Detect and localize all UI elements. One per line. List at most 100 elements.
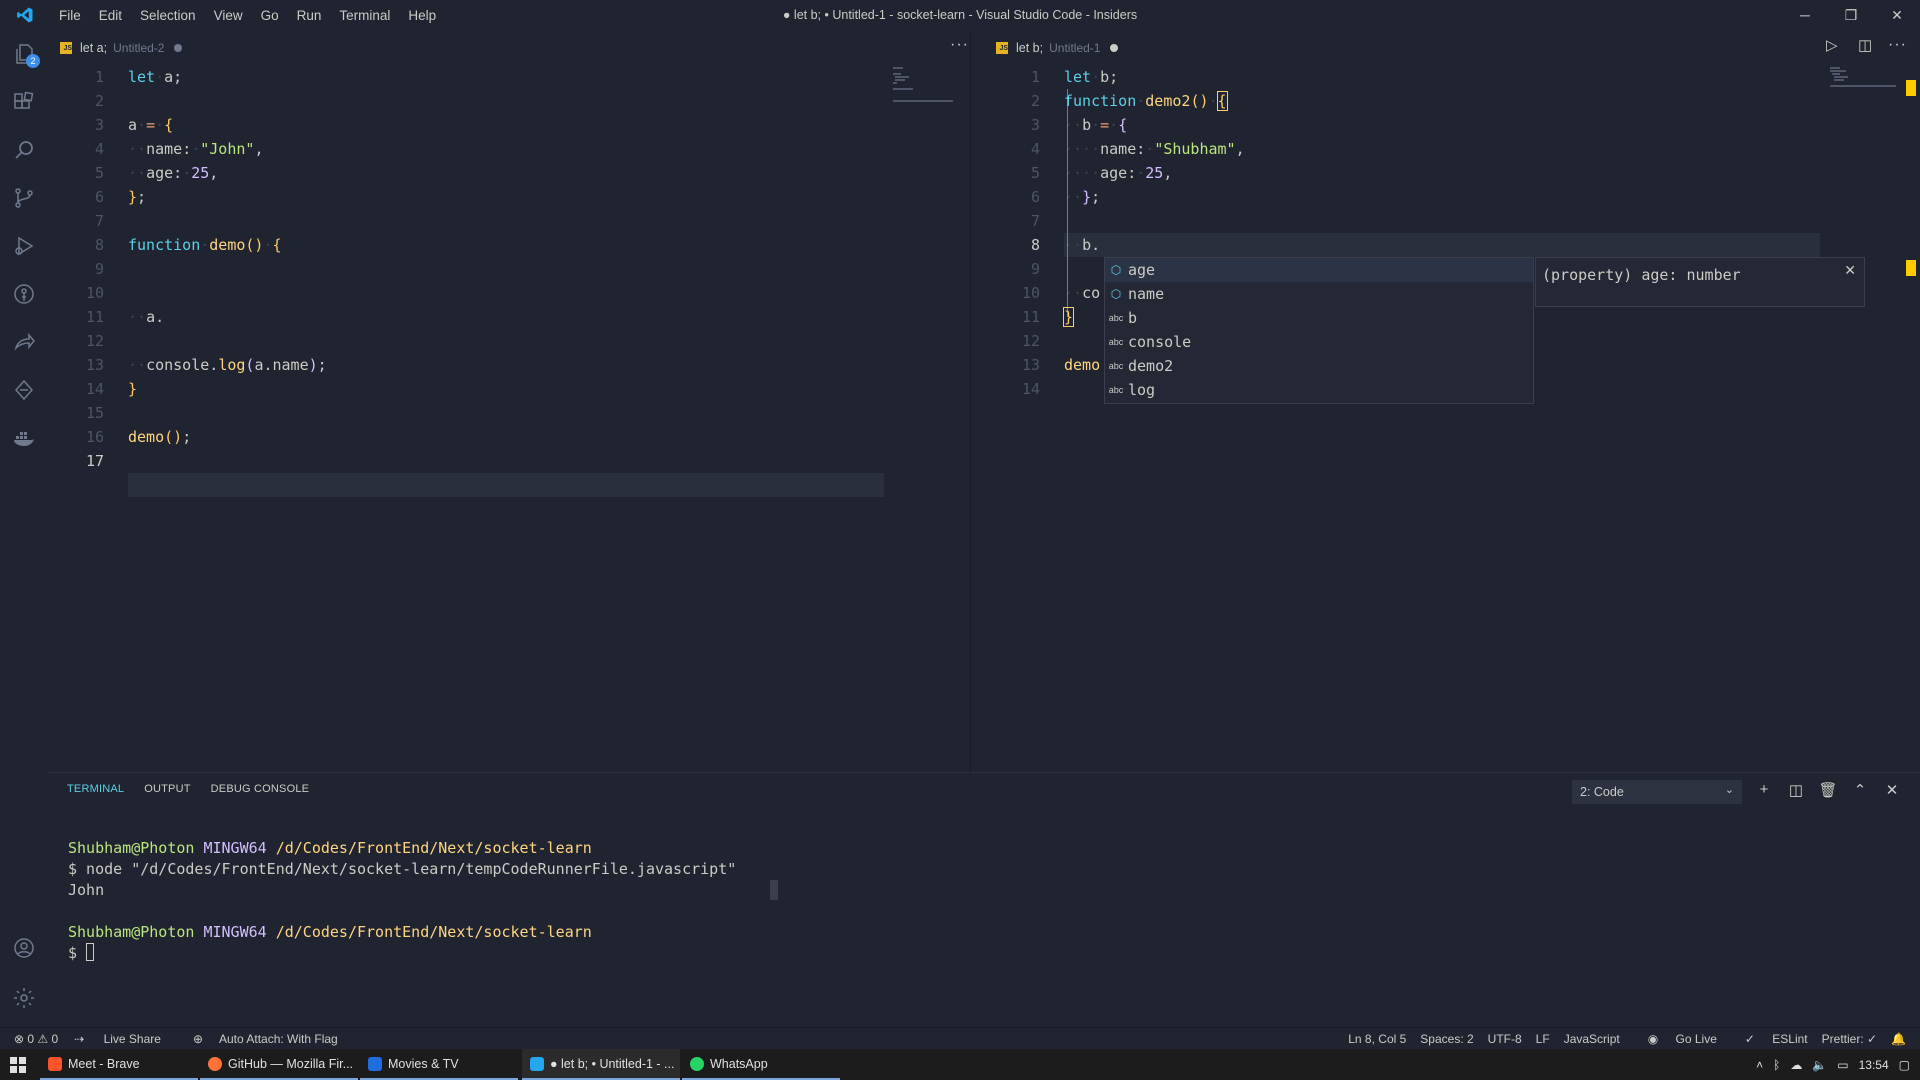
prompt-host: MINGW64 (203, 923, 267, 941)
settings-gear-icon[interactable] (0, 974, 48, 1022)
line-number: 10 (1021, 284, 1040, 302)
line-number: 4 (94, 140, 104, 158)
menu-run[interactable]: Run (288, 8, 331, 23)
suggest-item[interactable]: abc console (1105, 330, 1533, 354)
menu-go[interactable]: Go (252, 8, 288, 23)
network-icon[interactable]: ▭ (1837, 1058, 1848, 1072)
eslint-status[interactable]: ✓ ESLint (1731, 1032, 1808, 1046)
tab-untitled-2[interactable]: JS let a; Untitled-2 (48, 30, 195, 65)
maximize-panel-button[interactable]: ⌃ (1844, 781, 1876, 799)
taskbar-item-brave[interactable]: Meet - Brave (40, 1049, 198, 1080)
split-editor-button[interactable]: ◫ (1858, 36, 1873, 54)
windows-taskbar: Meet - Brave GitHub — Mozilla Fir... Mov… (0, 1049, 1920, 1080)
suggest-label: demo2 (1128, 357, 1174, 375)
close-window-button[interactable]: ✕ (1874, 0, 1920, 30)
taskbar-item-vscode[interactable]: ● let b; • Untitled-1 - ... (522, 1049, 680, 1080)
tab-debug-console[interactable]: DEBUG CONSOLE (211, 783, 310, 799)
tab-untitled-1[interactable]: JS let b; Untitled-1 (984, 30, 1131, 65)
unsaved-dot-icon[interactable] (1110, 43, 1119, 52)
source-control-icon[interactable] (0, 174, 48, 222)
suggest-item[interactable]: ⬡ age (1105, 258, 1533, 282)
suggest-label: b (1128, 309, 1138, 327)
taskbar-label: ● let b; • Untitled-1 - ... (550, 1056, 675, 1071)
line-number: 6 (1030, 188, 1040, 206)
menu-terminal[interactable]: Terminal (330, 8, 399, 23)
new-terminal-button[interactable]: + (1748, 781, 1780, 799)
bell-icon[interactable]: 🔔 (1891, 1032, 1906, 1046)
clock[interactable]: 13:54 (1859, 1058, 1889, 1072)
auto-attach-status[interactable]: Auto Attach: With Flag (219, 1032, 338, 1046)
split-terminal-button[interactable]: ◫ (1780, 781, 1812, 799)
property-icon: ⬡ (1110, 263, 1122, 277)
code-editor-left[interactable]: 1 2 3 4 5 6 7 8 9 10 11 12 13 14 15 16 17 let·a; a·=·{ ·… (48, 65, 984, 772)
minimap-right[interactable] (1830, 65, 1910, 105)
code-line: ··b. (1064, 236, 1101, 254)
live-share-icon[interactable] (0, 318, 48, 366)
code-line: let·b; (1064, 68, 1119, 86)
indentation[interactable]: Spaces: 2 (1420, 1032, 1473, 1046)
account-icon[interactable] (0, 924, 48, 972)
suggest-item[interactable]: abc demo2 (1105, 354, 1533, 378)
unsaved-dot-icon[interactable] (174, 43, 183, 52)
code-line: demo(); (128, 428, 192, 446)
end-of-line[interactable]: LF (1536, 1032, 1550, 1046)
code-editor-right[interactable]: 1 2 3 4 5 6 7 8 9 10 11 12 13 14 let·b; function·demo… (984, 65, 1920, 772)
extensions-icon[interactable] (0, 78, 48, 126)
tab-bar-right: JS let b; Untitled-1 (984, 30, 1920, 65)
taskbar-item-whatsapp[interactable]: WhatsApp (682, 1049, 840, 1080)
overview-ruler-marker (1906, 260, 1916, 276)
go-live-button[interactable]: ◉ Go Live (1634, 1032, 1717, 1046)
close-icon[interactable]: ✕ (1844, 262, 1856, 279)
terminal-select[interactable]: 2: Code ⌄ (1572, 780, 1742, 804)
run-debug-icon[interactable] (0, 222, 48, 270)
live-share-button[interactable]: ⇢ Live Share (74, 1032, 177, 1046)
chevron-up-icon[interactable]: ˄ (1756, 1058, 1763, 1072)
taskbar-item-movies[interactable]: Movies & TV (360, 1049, 518, 1080)
minimize-button[interactable]: ─ (1782, 0, 1828, 30)
more-actions-button[interactable]: ··· (950, 36, 969, 54)
cloud-icon[interactable]: ☁ (1790, 1058, 1802, 1072)
js-file-icon: JS (60, 41, 72, 54)
code-line: }; (128, 188, 147, 206)
notifications-icon[interactable]: ▢ (1899, 1058, 1910, 1072)
windows-start-icon[interactable] (0, 1049, 36, 1080)
tab-description: Untitled-2 (113, 40, 165, 55)
bluetooth-icon[interactable]: ᛒ (1773, 1058, 1780, 1072)
cursor-position[interactable]: Ln 8, Col 5 (1348, 1032, 1406, 1046)
prettier-status[interactable]: Prettier: ✓ (1822, 1032, 1877, 1046)
minimap-left[interactable] (893, 65, 973, 105)
terminal-output[interactable]: Shubham@Photon MINGW64 /d/Codes/FrontEnd… (68, 838, 736, 964)
menu-edit[interactable]: Edit (90, 8, 131, 23)
encoding[interactable]: UTF-8 (1488, 1032, 1522, 1046)
remote-icon[interactable] (0, 366, 48, 414)
globe-icon[interactable]: ⊕ (193, 1032, 203, 1046)
restore-button[interactable]: ❐ (1828, 0, 1874, 30)
problems-indicator[interactable]: ⊗ 0 ⚠ 0 (14, 1032, 58, 1046)
tab-output[interactable]: OUTPUT (144, 783, 190, 799)
line-number: 5 (94, 164, 104, 182)
suggest-item[interactable]: abc b (1105, 306, 1533, 330)
language-mode[interactable]: JavaScript (1564, 1032, 1620, 1046)
taskbar-item-firefox[interactable]: GitHub — Mozilla Fir... (200, 1049, 358, 1080)
kill-terminal-button[interactable]: 🗑 (1812, 781, 1844, 799)
menu-selection[interactable]: Selection (131, 8, 205, 23)
group-divider[interactable] (970, 30, 984, 772)
gitlens-icon[interactable] (0, 270, 48, 318)
terminal-scrollbar[interactable] (770, 880, 778, 900)
volume-icon[interactable]: 🔈 (1812, 1058, 1827, 1072)
more-actions-button[interactable]: ··· (1888, 36, 1907, 54)
close-panel-button[interactable]: ✕ (1876, 781, 1908, 799)
run-button[interactable]: ▷ (1826, 36, 1839, 54)
line-number: 8 (94, 236, 104, 254)
search-icon[interactable] (0, 126, 48, 174)
menu-file[interactable]: File (50, 8, 90, 23)
suggest-item[interactable]: ⬡ name (1105, 282, 1533, 306)
menu-help[interactable]: Help (399, 8, 445, 23)
prompt-path: /d/Codes/FrontEnd/Next/socket-learn (275, 839, 592, 857)
files-icon[interactable]: 2 (0, 30, 48, 78)
tab-terminal[interactable]: TERMINAL (67, 783, 124, 799)
suggest-label: log (1128, 381, 1156, 399)
suggest-item[interactable]: abc log (1105, 378, 1533, 402)
docker-icon[interactable] (0, 414, 48, 462)
menu-view[interactable]: View (205, 8, 252, 23)
